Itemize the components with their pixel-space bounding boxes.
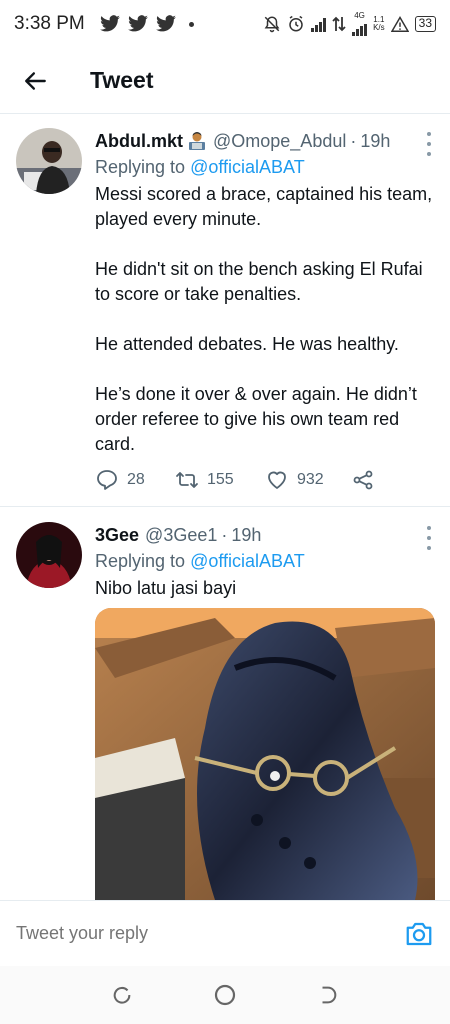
twitter-notification-icon xyxy=(155,15,176,32)
camera-icon xyxy=(406,922,432,945)
tweet-text: Nibo latu jasi bayi xyxy=(95,578,237,598)
tweet-header: 3Gee @3Gee1 · 19h xyxy=(95,522,434,548)
recent-apps-icon xyxy=(113,986,130,1004)
retweet-button[interactable]: 155 xyxy=(175,468,265,492)
user-handle[interactable]: @3Gee1 xyxy=(145,522,217,548)
more-notifications-dot xyxy=(188,21,194,27)
status-bar: 3:38 PM 4G 1.1 K/s 33 xyxy=(0,0,450,48)
network-type-indicator: 4G xyxy=(352,11,368,36)
replying-to-prefix: Replying to xyxy=(95,551,186,571)
twitter-notification-icon xyxy=(99,15,120,32)
tweet-text: Messi scored a brace, captained his team… xyxy=(95,184,433,454)
page-title: Tweet xyxy=(90,67,154,93)
recent-apps-button[interactable] xyxy=(107,980,137,1010)
heart-icon xyxy=(268,471,286,489)
tweet-media-image[interactable] xyxy=(95,608,435,900)
share-icon xyxy=(353,470,373,490)
user-avatar-photo xyxy=(16,128,82,194)
network-type: 4G xyxy=(354,11,365,20)
share-button[interactable] xyxy=(351,468,375,492)
boot-with-glasses-image xyxy=(95,608,435,900)
like-count: 932 xyxy=(297,471,324,488)
like-button[interactable]: 932 xyxy=(265,468,351,492)
user-handle[interactable]: @Omope_Abdul xyxy=(213,128,346,154)
display-name[interactable]: Abdul.mkt xyxy=(95,128,183,154)
camera-button[interactable] xyxy=(404,919,434,949)
back-nav-icon xyxy=(322,986,337,1004)
tweet-item[interactable]: 3Gee @3Gee1 · 19h Replying to @officialA… xyxy=(0,508,450,900)
tweet-time: 19h xyxy=(231,525,262,545)
warning-icon xyxy=(390,16,409,32)
battery-indicator: 33 xyxy=(414,16,436,32)
tweet-item[interactable]: Abdul.mkt @Omope_Abdul · 19h Replying to… xyxy=(0,114,450,507)
avatar[interactable] xyxy=(16,128,82,194)
back-button[interactable] xyxy=(14,59,58,103)
display-name[interactable]: 3Gee xyxy=(95,522,139,548)
replying-to-line: Replying to @officialABAT xyxy=(95,548,434,574)
tweet-content: Abdul.mkt @Omope_Abdul · 19h Replying to… xyxy=(95,128,434,457)
tweet-time: 19h xyxy=(360,131,391,151)
back-arrow-icon xyxy=(25,71,46,90)
separator: · xyxy=(350,131,357,151)
data-transfer-icon xyxy=(332,16,346,32)
signal-strength-icon xyxy=(311,16,327,32)
replying-to-mention[interactable]: @officialABAT xyxy=(190,157,305,177)
replying-to-mention[interactable]: @officialABAT xyxy=(190,551,305,571)
reply-input[interactable] xyxy=(16,923,404,944)
retweet-icon xyxy=(176,472,198,488)
replying-to-prefix: Replying to xyxy=(95,157,186,177)
twitter-notification-icon xyxy=(127,15,148,32)
network-speed: 1.1 K/s xyxy=(373,16,385,32)
reply-composer xyxy=(0,900,450,966)
replying-to-line: Replying to @officialABAT xyxy=(95,154,434,180)
tweet-overflow-menu[interactable] xyxy=(424,132,434,156)
reply-icon xyxy=(97,470,117,490)
technologist-emoji-icon xyxy=(189,132,205,150)
system-navigation-bar xyxy=(0,966,450,1024)
alarm-icon xyxy=(289,15,303,32)
tweet-overflow-menu[interactable] xyxy=(424,526,434,550)
top-app-bar: Tweet xyxy=(0,48,450,114)
reply-button[interactable]: 28 xyxy=(95,468,175,492)
home-icon xyxy=(214,984,236,1006)
mute-notification-icon xyxy=(264,16,280,33)
user-avatar-photo xyxy=(16,522,82,588)
status-time: 3:38 PM xyxy=(14,13,85,34)
reply-count: 28 xyxy=(127,471,145,488)
network-speed-unit: K/s xyxy=(373,23,385,32)
avatar[interactable] xyxy=(16,522,82,588)
home-button[interactable] xyxy=(210,980,240,1010)
tweet-header: Abdul.mkt @Omope_Abdul · 19h xyxy=(95,128,434,154)
retweet-count: 155 xyxy=(207,471,234,488)
tweet-actions: 28 155 932 xyxy=(95,468,375,492)
back-nav-button[interactable] xyxy=(313,980,343,1010)
tweet-content: 3Gee @3Gee1 · 19h Replying to @officialA… xyxy=(95,522,434,601)
separator: · xyxy=(221,525,228,545)
